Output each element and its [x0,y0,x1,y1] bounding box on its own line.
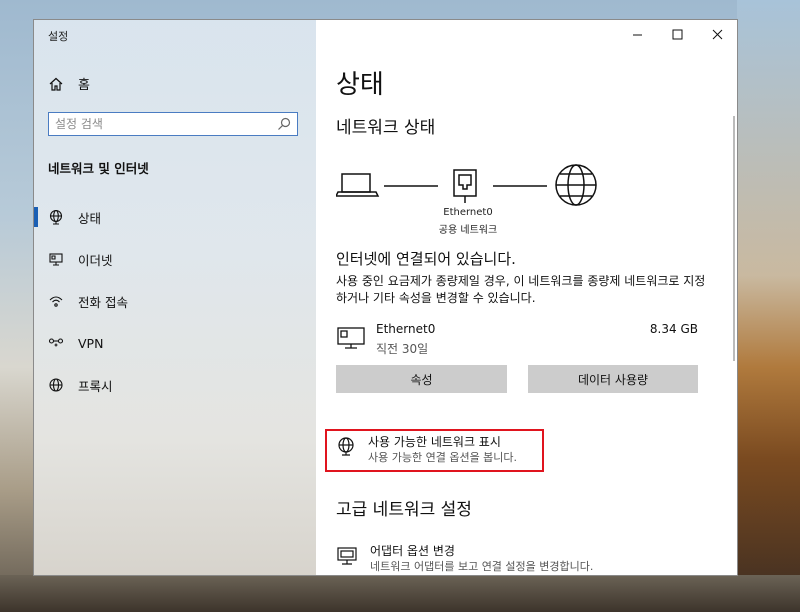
home-icon [49,77,63,91]
diagram-adapter-name: Ethernet0 [443,207,493,218]
dialup-icon [49,296,63,307]
show-networks-description: 사용 가능한 연결 옵션을 봅니다. [368,451,518,464]
adapter-options-title: 어댑터 옵션 변경 [370,544,455,558]
minimize-icon [632,34,642,35]
data-usage-button[interactable]: 데이터 사용량 [528,365,698,393]
sidebar-item-dialup[interactable]: 전화 접속 [34,280,316,322]
minimize-button[interactable] [617,20,657,48]
internet-globe-icon [555,164,597,206]
adapter-row: Ethernet0 직전 30일 8.34 GB [336,320,698,360]
ethernet-icon [49,253,63,266]
nav-list: 상태 이더넷 전화 접속 VPN 프록시 [34,196,316,406]
sidebar-item-label: 상태 [78,210,102,226]
desktop-background-right [737,0,800,612]
diagram-network-type: 공용 네트워크 [438,225,498,236]
sidebar-item-label: 전화 접속 [78,294,128,310]
adapter-options-icon [337,547,357,565]
search-input[interactable] [49,114,277,134]
search-box[interactable] [48,112,298,136]
laptop-icon [336,173,380,197]
globe-network-icon [338,437,354,456]
globe-status-icon [49,209,63,225]
sidebar-item-vpn[interactable]: VPN [34,322,316,364]
desktop-background-bottom [0,575,800,612]
ethernet-adapter-icon [337,327,365,349]
show-networks-title: 사용 가능한 네트워크 표시 [368,435,501,449]
window-controls [617,20,737,48]
change-adapter-options-link[interactable]: 어댑터 옵션 변경 네트워크 어댑터를 보고 연결 설정을 변경합니다. [336,543,593,574]
search-icon[interactable] [277,117,291,131]
adapter-name: Ethernet0 [376,322,436,336]
link-texts: 사용 가능한 네트워크 표시 사용 가능한 연결 옵션을 봅니다. [368,434,517,468]
sidebar-item-status[interactable]: 상태 [34,196,316,238]
show-available-networks-link[interactable]: 사용 가능한 네트워크 표시 사용 가능한 연결 옵션을 봅니다. [336,434,517,468]
page-title: 상태 [336,70,384,100]
sidebar-item-label: 프록시 [78,378,113,394]
network-status-heading: 네트워크 상태 [336,118,436,138]
sidebar-item-label: VPN [78,335,104,351]
home-label: 홈 [78,78,90,93]
maximize-button[interactable] [657,20,697,48]
settings-window: 설정 홈 네트워크 및 인터넷 상태 [34,20,737,575]
connection-status: 인터넷에 연결되어 있습니다. [336,250,516,268]
maximize-icon [672,29,682,39]
advanced-settings-heading: 고급 네트워크 설정 [336,500,472,520]
sidebar-item-proxy[interactable]: 프록시 [34,364,316,406]
sidebar-item-ethernet[interactable]: 이더넷 [34,238,316,280]
connection-description: 사용 중인 요금제가 종량제일 경우, 이 네트워크를 종량제 네트워크로 지정… [336,274,706,305]
sidebar-item-label: 이더넷 [78,252,113,268]
main-content: 상태 네트워크 상태 Ethernet0 공용 네트워크 인터넷에 연결되어 있… [316,20,737,575]
home-nav-item[interactable]: 홈 [48,74,90,93]
scrollbar[interactable] [733,116,735,361]
adapter-options-description: 네트워크 어댑터를 보고 연결 설정을 변경합니다. [370,560,594,573]
close-button[interactable] [697,20,737,48]
properties-button[interactable]: 속성 [336,365,507,393]
sidebar: 설정 홈 네트워크 및 인터넷 상태 [34,20,316,575]
adapter-time-range: 직전 30일 [376,342,429,356]
ethernet-port-icon [453,169,477,203]
close-icon [712,29,722,39]
globe-icon [49,378,63,392]
app-title: 설정 [48,30,69,43]
adapter-data-used: 8.34 GB [649,322,698,336]
vpn-icon [48,338,64,347]
adapter-option-texts: 어댑터 옵션 변경 네트워크 어댑터를 보고 연결 설정을 변경합니다. [370,543,593,574]
section-heading: 네트워크 및 인터넷 [48,161,149,176]
